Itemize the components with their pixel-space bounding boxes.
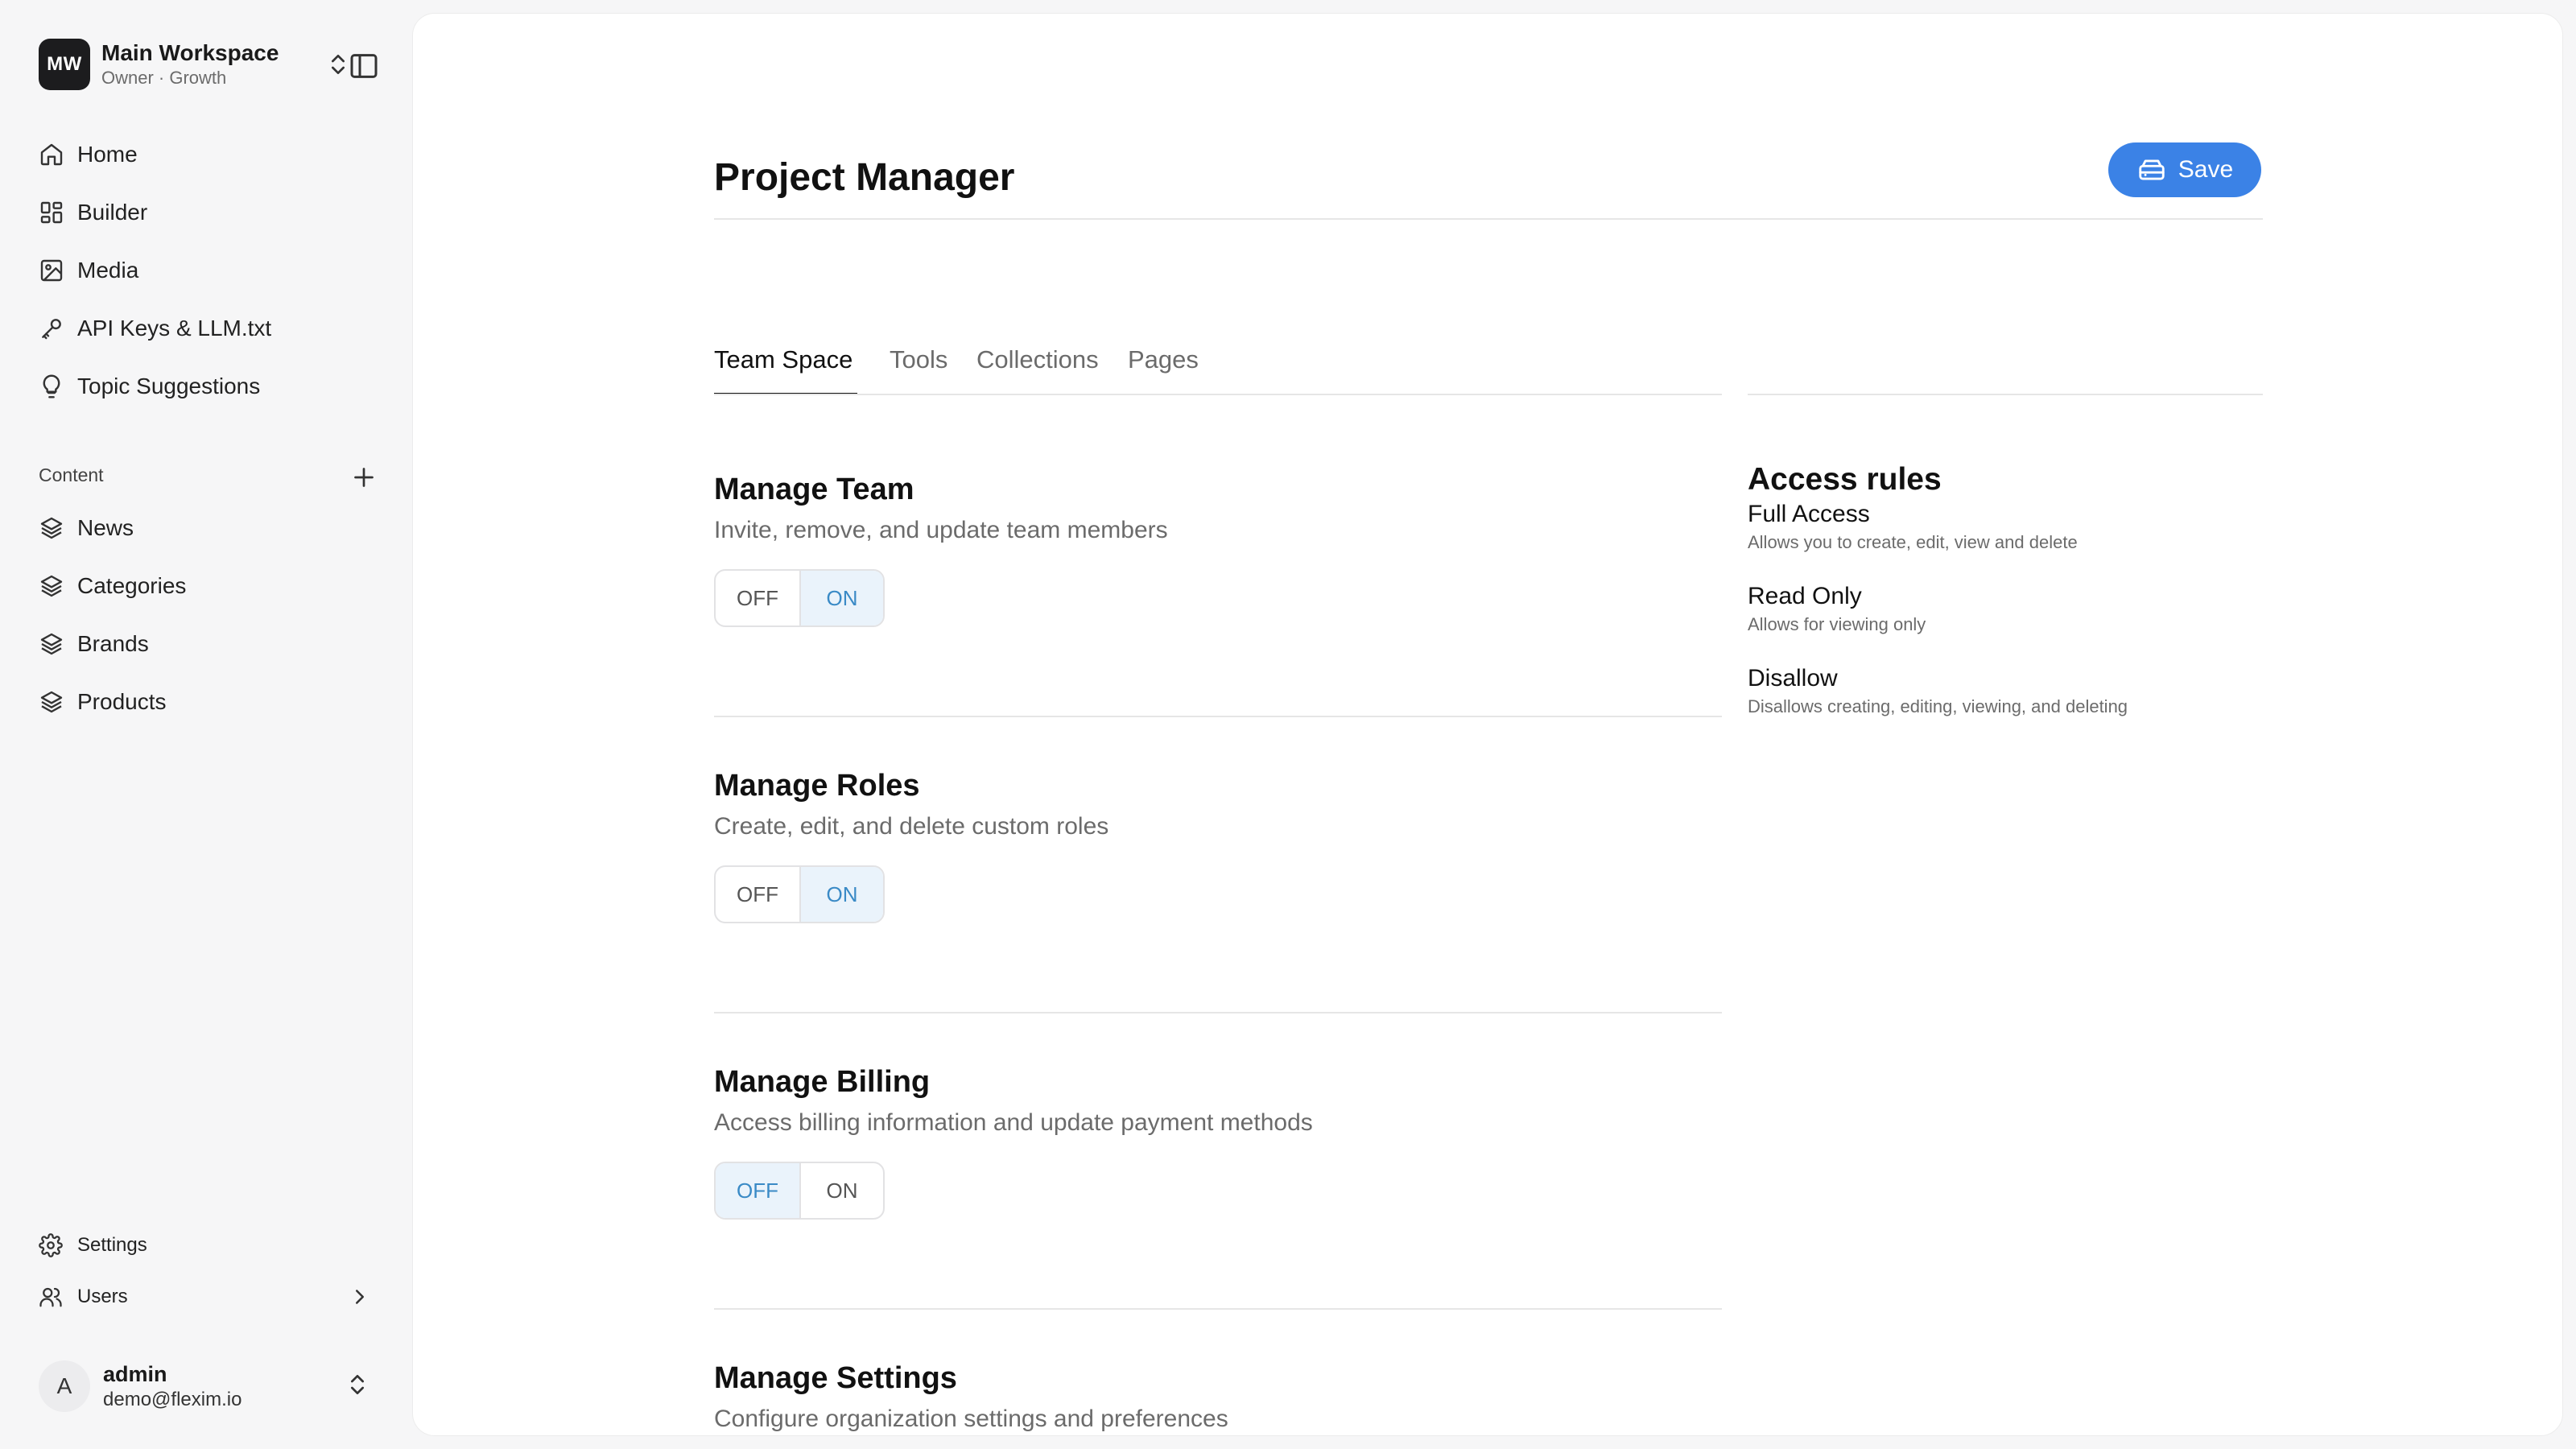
workspace-avatar: MW — [39, 39, 90, 90]
chevron-right-icon[interactable] — [348, 1285, 372, 1309]
permission-title: Manage Settings — [714, 1361, 957, 1395]
tab-collections[interactable]: Collections — [976, 334, 1108, 395]
toggle-on[interactable]: ON — [799, 571, 883, 625]
sidebar-item-label: Users — [77, 1286, 128, 1307]
rule-description: Allows you to create, edit, view and del… — [1748, 532, 2078, 552]
layers-icon — [40, 633, 63, 655]
page-title: Project Manager — [714, 156, 1015, 199]
save-button[interactable]: Save — [2108, 142, 2261, 197]
workspace-name: Main Workspace — [101, 40, 279, 65]
app-root: MW Main Workspace Owner · Growth Home Bu… — [0, 0, 2576, 1449]
rule-name: Disallow — [1748, 665, 1838, 691]
sidebar-item-media[interactable]: Media — [39, 250, 377, 291]
sidebar: MW Main Workspace Owner · Growth Home Bu… — [0, 0, 411, 1449]
permission-toggle: OFF ON — [714, 569, 885, 627]
avatar: A — [39, 1360, 90, 1412]
chevron-up-down-icon[interactable] — [345, 1372, 370, 1397]
section-divider — [714, 1012, 1722, 1013]
section-divider — [714, 1308, 1722, 1310]
sidebar-item-label: Settings — [77, 1234, 147, 1256]
layers-icon — [40, 691, 63, 713]
sidebar-item-label: Media — [77, 258, 139, 283]
permission-title: Manage Billing — [714, 1065, 931, 1099]
tab-pages[interactable]: Pages — [1128, 334, 1205, 395]
rule-description: Allows for viewing only — [1748, 614, 1926, 634]
rules-divider — [1748, 394, 2263, 395]
gear-icon — [39, 1233, 63, 1257]
sidebar-toggle-icon[interactable] — [348, 50, 380, 82]
tabs-divider — [714, 394, 1722, 395]
permission-toggle: OFF ON — [714, 865, 885, 923]
sidebar-item-users[interactable]: Users — [39, 1279, 377, 1315]
permission-description: Access billing information and update pa… — [714, 1109, 1313, 1136]
sidebar-item-label: News — [77, 515, 134, 540]
sidebar-item-api-keys[interactable]: API Keys & LLM.txt — [39, 308, 377, 349]
sidebar-item-brands[interactable]: Brands — [39, 623, 377, 665]
grid-icon — [40, 201, 63, 224]
access-rules-title: Access rules — [1748, 462, 1942, 497]
sidebar-item-label: Products — [77, 689, 167, 714]
main-panel: Project Manager Save Team Space Tools Co… — [412, 13, 2563, 1436]
toggle-on[interactable]: ON — [799, 1163, 883, 1218]
rule-description: Disallows creating, editing, viewing, an… — [1748, 696, 2128, 716]
sidebar-item-home[interactable]: Home — [39, 134, 377, 175]
rule-name: Read Only — [1748, 583, 1862, 609]
toggle-off[interactable]: OFF — [716, 867, 799, 922]
sidebar-item-label: Topic Suggestions — [77, 374, 261, 398]
sidebar-item-label: Categories — [77, 573, 187, 598]
permission-manage-settings: Manage Settings Configure organization s… — [714, 1360, 1722, 1435]
sidebar-item-topic-suggestions[interactable]: Topic Suggestions — [39, 365, 377, 407]
section-divider — [714, 716, 1722, 717]
home-icon — [40, 143, 63, 166]
permission-title: Manage Roles — [714, 769, 920, 803]
layers-icon — [40, 517, 63, 539]
permission-description: Create, edit, and delete custom roles — [714, 813, 1109, 840]
access-rules-panel: Access rules Full Access Allows you to c… — [1748, 461, 2263, 719]
sidebar-item-settings[interactable]: Settings — [39, 1228, 377, 1263]
layers-icon — [40, 575, 63, 597]
sidebar-item-label: Home — [77, 142, 138, 167]
rule-name: Full Access — [1748, 501, 1870, 527]
permission-description: Configure organization settings and pref… — [714, 1406, 1228, 1432]
workspace-subtitle: Owner · Growth — [101, 68, 227, 88]
image-icon — [40, 259, 63, 282]
content-section-label: Content — [39, 464, 104, 485]
lightbulb-icon — [43, 374, 60, 398]
toggle-off[interactable]: OFF — [716, 571, 799, 625]
key-icon — [42, 319, 61, 340]
permission-description: Invite, remove, and update team members — [714, 517, 1168, 543]
access-rule: Disallow Disallows creating, editing, vi… — [1748, 663, 2263, 719]
tab-tools[interactable]: Tools — [890, 334, 957, 395]
sidebar-item-categories[interactable]: Categories — [39, 565, 377, 607]
access-rule: Full Access Allows you to create, edit, … — [1748, 498, 2263, 555]
tab-team-space[interactable]: Team Space — [714, 334, 857, 395]
user-menu[interactable]: A admin demo@flexim.io — [39, 1357, 377, 1415]
title-divider — [714, 218, 2263, 220]
tab-bar: Team Space Tools Collections Pages — [714, 334, 1722, 395]
users-icon — [39, 1287, 62, 1307]
toggle-on[interactable]: ON — [799, 867, 883, 922]
save-button-label: Save — [2178, 156, 2234, 183]
user-email: demo@flexim.io — [103, 1389, 242, 1410]
sidebar-item-label: Builder — [77, 200, 148, 225]
permission-manage-team: Manage Team Invite, remove, and update t… — [714, 471, 1722, 627]
plus-icon[interactable] — [349, 463, 378, 492]
permission-manage-roles: Manage Roles Create, edit, and delete cu… — [714, 767, 1722, 923]
sidebar-item-builder[interactable]: Builder — [39, 192, 377, 233]
sidebar-item-news[interactable]: News — [39, 507, 377, 549]
toggle-off[interactable]: OFF — [716, 1163, 799, 1218]
permission-toggle: OFF ON — [714, 1162, 885, 1220]
sidebar-item-products[interactable]: Products — [39, 681, 377, 723]
save-icon — [2139, 159, 2165, 180]
sidebar-item-label: Brands — [77, 631, 149, 656]
permission-manage-billing: Manage Billing Access billing informatio… — [714, 1063, 1722, 1220]
sidebar-item-label: API Keys & LLM.txt — [77, 316, 272, 341]
workspace-switcher[interactable]: MW Main Workspace Owner · Growth — [39, 39, 377, 90]
permission-title: Manage Team — [714, 473, 914, 506]
access-rule: Read Only Allows for viewing only — [1748, 580, 2263, 637]
user-name: admin — [103, 1362, 167, 1386]
